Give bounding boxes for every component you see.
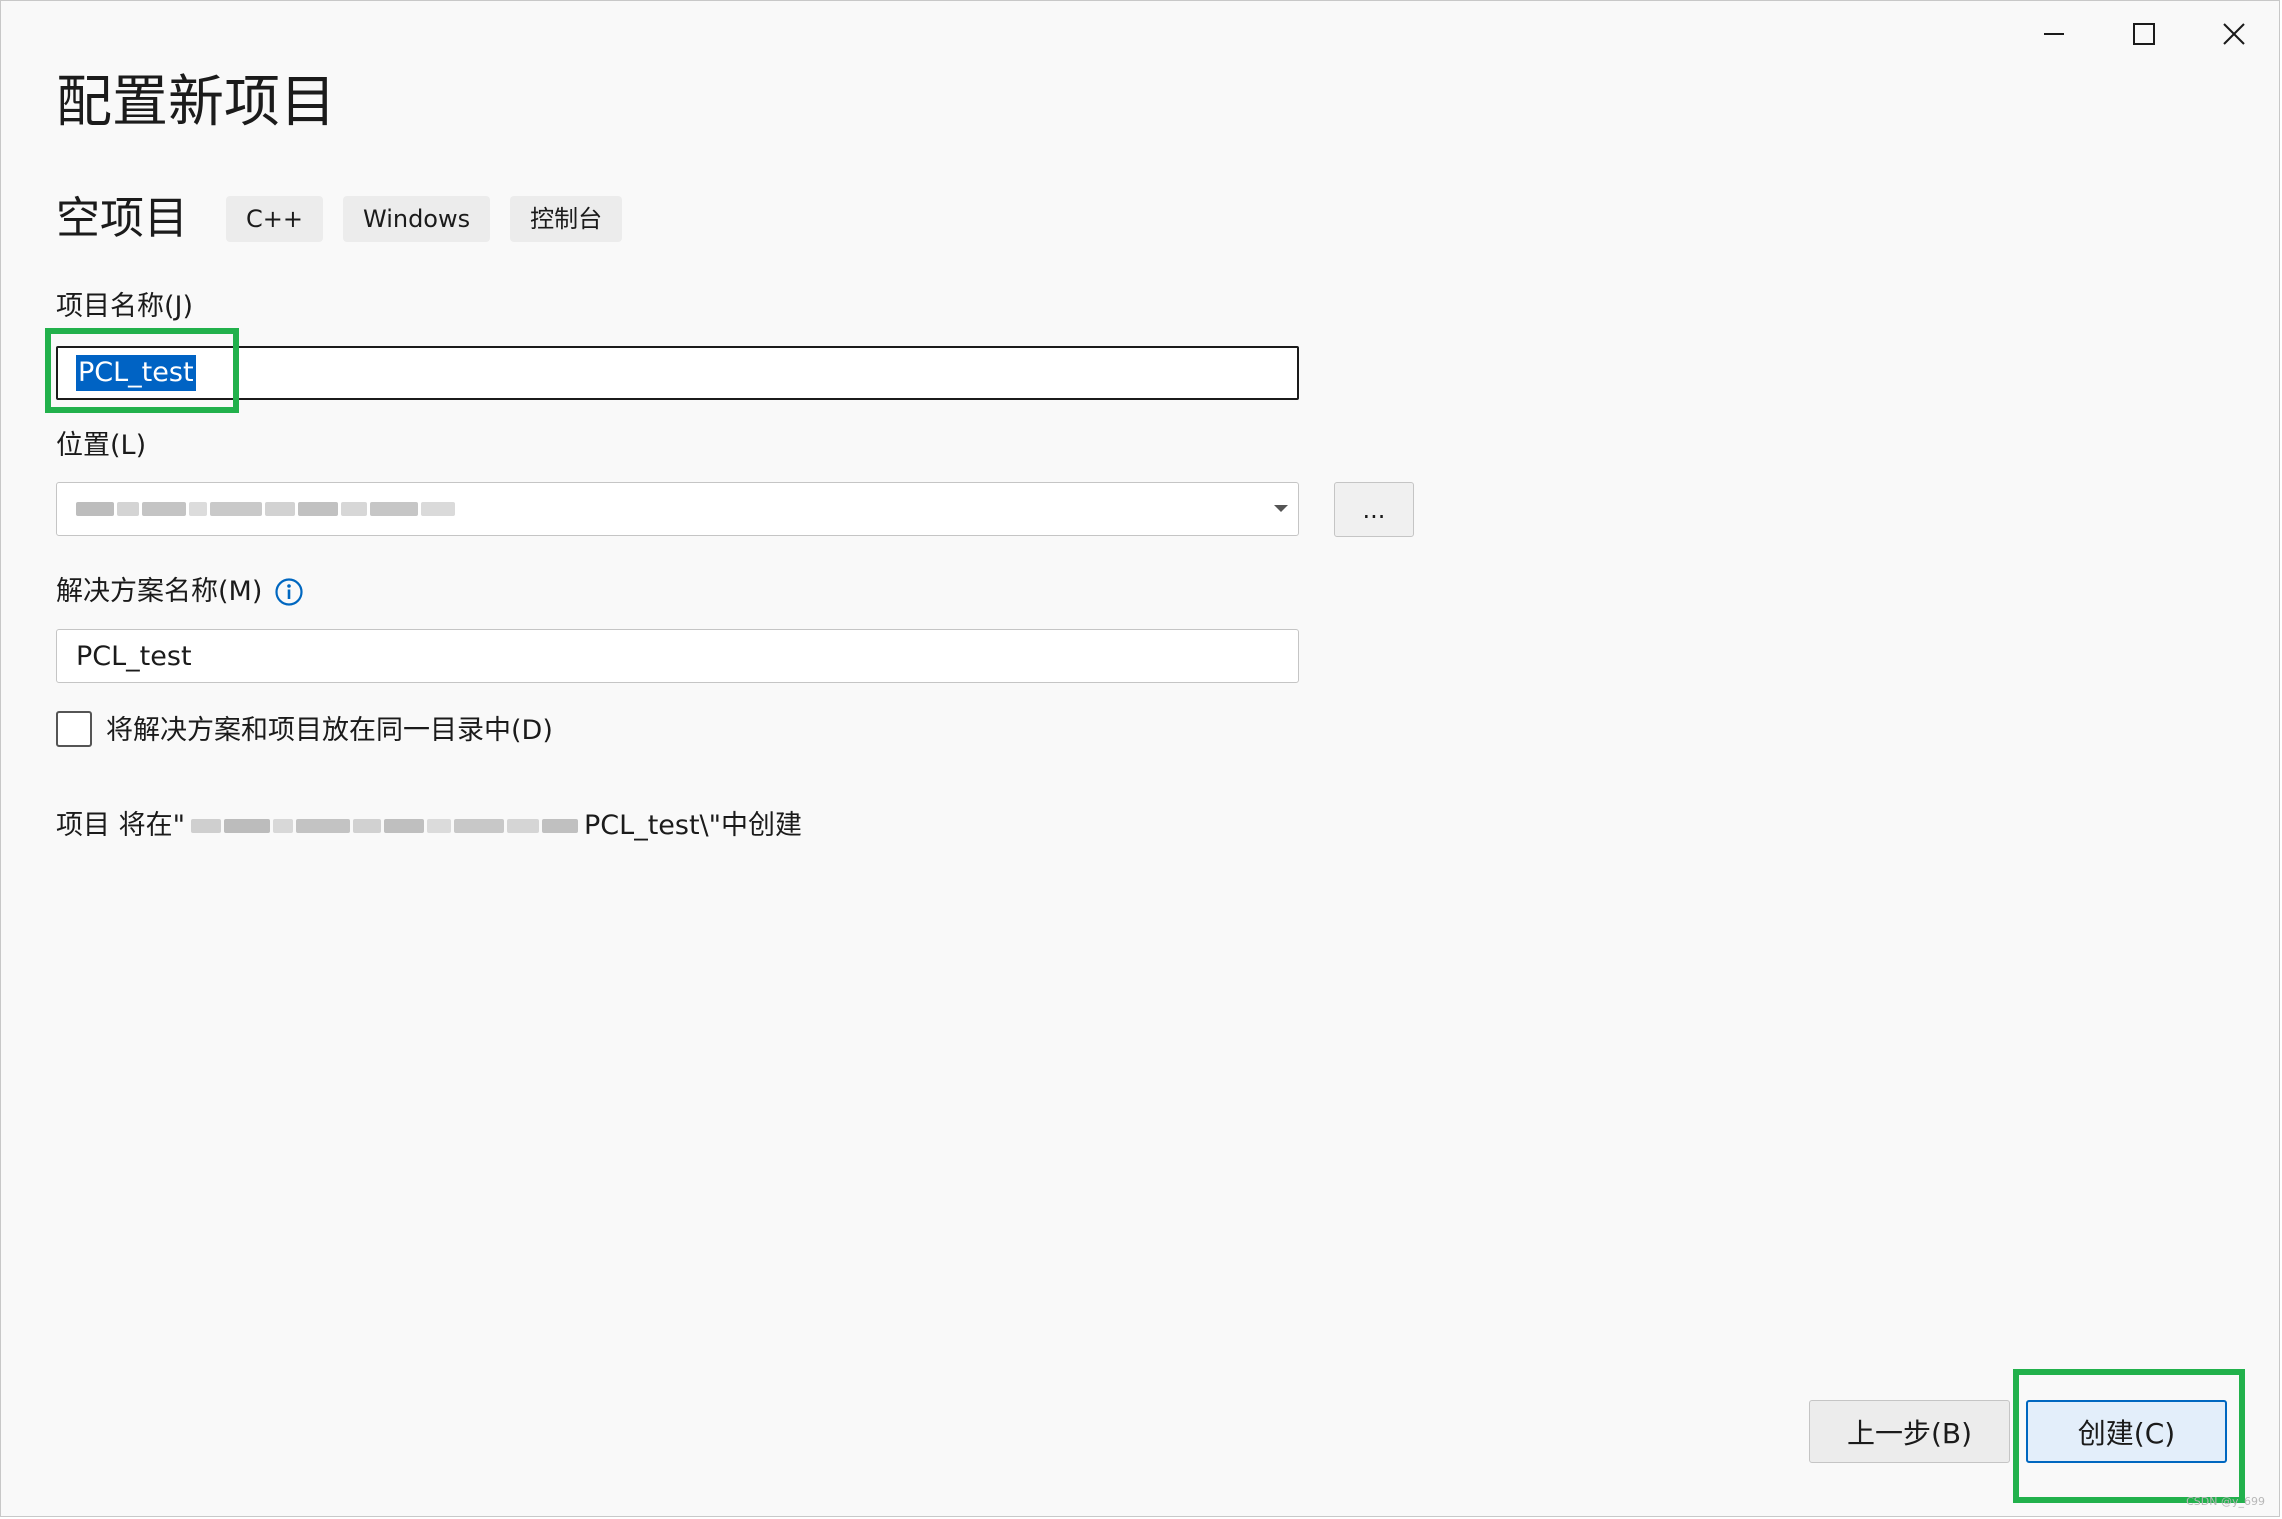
tag-language: C++	[226, 196, 323, 242]
dialog-window: 配置新项目 空项目 C++ Windows 控制台 项目名称(J) PCL_te…	[0, 0, 2280, 1517]
minimize-icon	[2044, 33, 2064, 35]
location-value-redacted	[76, 502, 455, 516]
maximize-button[interactable]	[2099, 1, 2189, 67]
project-name-label: 项目名称(J)	[56, 291, 194, 322]
info-icon[interactable]	[274, 577, 304, 607]
location-label: 位置(L)	[56, 430, 147, 461]
minimize-button[interactable]	[2009, 1, 2099, 67]
template-info: 空项目 C++ Windows 控制台	[56, 189, 642, 249]
maximize-icon	[2133, 23, 2155, 45]
back-button[interactable]: 上一步(B)	[1809, 1400, 2010, 1463]
page-title: 配置新项目	[56, 70, 336, 135]
path-suffix: PCL_test\"中创建	[584, 810, 803, 841]
solution-name-label: 解决方案名称(M)	[56, 576, 263, 607]
chevron-down-icon[interactable]	[1274, 505, 1288, 512]
close-button[interactable]	[2189, 1, 2279, 67]
path-prefix: 项目 将在"	[56, 810, 186, 841]
tag-platform: Windows	[342, 196, 491, 242]
path-redacted	[191, 819, 579, 833]
watermark: CSDN @y_699	[2186, 1495, 2265, 1508]
solution-name-input[interactable]: PCL_test	[56, 629, 1299, 683]
browse-button[interactable]: ...	[1334, 482, 1414, 537]
location-combobox[interactable]	[56, 482, 1299, 536]
close-icon	[2223, 23, 2245, 45]
window-controls	[2009, 1, 2279, 67]
tag-project-type: 控制台	[510, 196, 623, 242]
solution-name-value: PCL_test	[76, 640, 192, 672]
create-button[interactable]: 创建(C)	[2026, 1400, 2227, 1463]
template-name: 空项目	[56, 193, 188, 244]
same-directory-checkbox[interactable]	[56, 711, 92, 747]
project-path-info: 项目 将在" PCL_test\"中创建	[56, 808, 802, 844]
same-directory-label[interactable]: 将解决方案和项目放在同一目录中(D)	[106, 713, 553, 749]
project-name-value: PCL_test	[76, 355, 196, 391]
project-name-input[interactable]: PCL_test	[56, 346, 1299, 400]
